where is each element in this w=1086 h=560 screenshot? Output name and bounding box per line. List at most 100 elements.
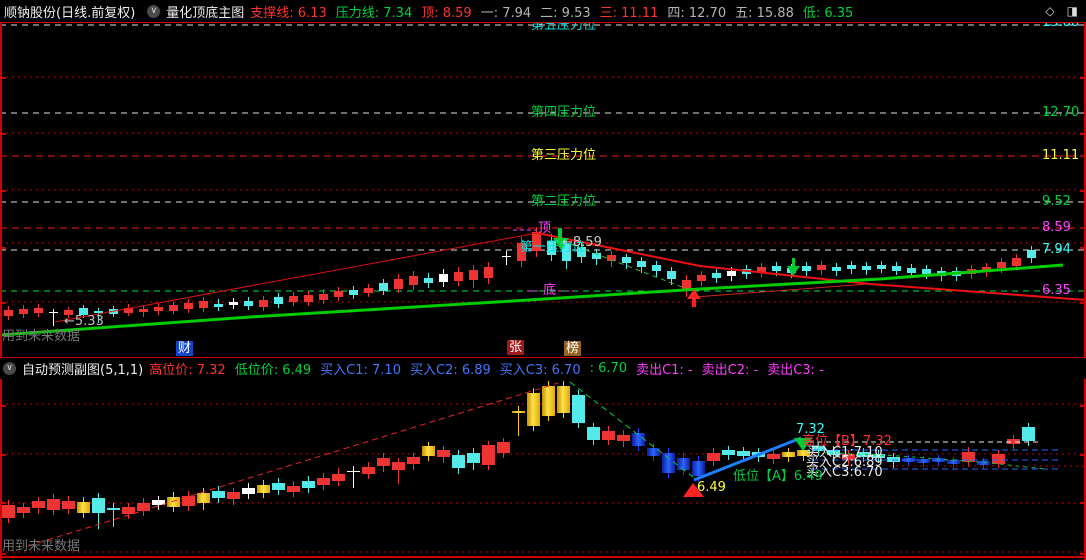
candle-body xyxy=(887,457,900,462)
candle-body xyxy=(647,448,660,456)
axis-tick xyxy=(1080,553,1086,555)
frame-bottom xyxy=(0,556,1086,558)
price-axis-label: 7.94 xyxy=(1042,242,1071,257)
candle-body xyxy=(512,411,525,413)
layout-icon[interactable]: ◨ xyxy=(1067,4,1078,18)
candle-body xyxy=(907,268,916,273)
collapse-panel2-icon[interactable]: ∨ xyxy=(3,362,16,375)
axis-tick xyxy=(0,133,6,135)
candle-body xyxy=(349,290,358,295)
candle-body xyxy=(2,505,15,518)
candle-body xyxy=(77,502,90,513)
trendlines-layer xyxy=(0,228,1086,547)
candle-body xyxy=(259,300,268,307)
candle-body xyxy=(527,393,540,426)
candle-body xyxy=(692,461,705,476)
candle-body xyxy=(229,302,238,305)
diamond-icon[interactable]: ◇ xyxy=(1045,4,1054,18)
axis-tick xyxy=(0,77,6,79)
candle-body xyxy=(394,279,403,289)
indicator-field: 低: 6.35 xyxy=(802,5,854,21)
candle-body xyxy=(124,308,133,313)
candle-body xyxy=(697,275,706,281)
candle-body xyxy=(742,269,751,274)
candle-body xyxy=(712,273,721,278)
candle-wick xyxy=(113,503,114,527)
candle-body xyxy=(257,485,270,493)
candle-body xyxy=(482,445,495,465)
candle-body xyxy=(19,309,28,314)
candle-body xyxy=(109,309,118,314)
candle-body xyxy=(304,295,313,302)
indicator-field: 压力线: 7.34 xyxy=(335,5,413,21)
price-axis-label: 8.59 xyxy=(1042,220,1071,235)
candle-body xyxy=(937,271,946,276)
candle-body xyxy=(932,458,945,462)
candle-body xyxy=(347,471,360,472)
candle-body xyxy=(62,501,75,509)
candle-body xyxy=(947,460,960,464)
candle-body xyxy=(757,267,766,272)
panel2-header-bar: ∨ 自动预测副图(5,1,1) 高位价: 7.32 低位价: 6.49 买入C1: … xyxy=(0,357,1086,379)
candle-body xyxy=(107,508,120,510)
candle-body xyxy=(592,253,601,259)
candle-body xyxy=(587,427,600,440)
candle-body xyxy=(437,450,450,457)
chart-annotation: 第三压力位 xyxy=(531,148,597,163)
axis-tick xyxy=(1080,190,1086,192)
axis-tick xyxy=(1080,247,1086,249)
candle-body xyxy=(622,257,631,263)
candle-body xyxy=(1007,439,1020,444)
axis-tick xyxy=(0,302,6,304)
candle-body xyxy=(722,450,735,455)
candle-body xyxy=(122,507,135,514)
news-tag[interactable]: 榜 xyxy=(564,341,582,356)
candle-body xyxy=(637,261,646,267)
candle-body xyxy=(502,256,511,257)
candle-body xyxy=(677,458,690,470)
candle-body xyxy=(617,435,630,441)
candle-body xyxy=(302,481,315,488)
collapse-panel1-icon[interactable]: ∨ xyxy=(147,4,161,18)
gridlines-layer xyxy=(0,24,1086,553)
stock-title: 顺钠股份(日线.前复权) xyxy=(4,5,136,21)
chart-annotation: 6.49 xyxy=(697,480,726,495)
indicator-field: 卖出C1: - xyxy=(636,363,693,378)
candle-body xyxy=(1022,427,1035,441)
axis-tick xyxy=(0,190,6,192)
candle-body xyxy=(452,455,465,468)
candle-body xyxy=(632,433,645,446)
indicator-field: 支撑线: 6.13 xyxy=(250,5,327,21)
indicator-field: 一: 7.94 xyxy=(480,5,532,21)
candle-body xyxy=(667,271,676,279)
frame-left xyxy=(0,0,2,560)
candle-body xyxy=(424,278,433,283)
price-axis-label: 9.52 xyxy=(1042,194,1071,209)
candle-body xyxy=(982,267,991,272)
candle-body xyxy=(469,270,478,280)
candle-body xyxy=(199,301,208,308)
candle-wick xyxy=(506,251,507,265)
indicator-field: 顶: 8.59 xyxy=(421,5,472,21)
candle-body xyxy=(497,442,510,453)
candle-body xyxy=(287,486,300,492)
candle-body xyxy=(227,492,240,499)
candle-body xyxy=(902,458,915,462)
news-tag[interactable]: 财 xyxy=(176,341,194,356)
candle-body xyxy=(167,497,180,507)
indicator-field: : 6.70 xyxy=(589,361,628,376)
axis-tick xyxy=(1080,302,1086,304)
chart-annotation: 第二压力位 xyxy=(531,194,597,209)
axis-tick xyxy=(1080,454,1086,456)
candle-body xyxy=(274,297,283,304)
candle-body xyxy=(752,452,765,457)
indicator-field: 三: 11.11 xyxy=(599,5,659,21)
candle-body xyxy=(484,267,493,278)
news-tag[interactable]: 张 xyxy=(507,340,525,355)
candle-wick xyxy=(353,466,354,488)
axis-tick xyxy=(0,405,6,407)
candle-body xyxy=(212,491,225,498)
candle-body xyxy=(727,271,736,276)
axis-tick xyxy=(1080,502,1086,504)
candle-body xyxy=(832,267,841,271)
